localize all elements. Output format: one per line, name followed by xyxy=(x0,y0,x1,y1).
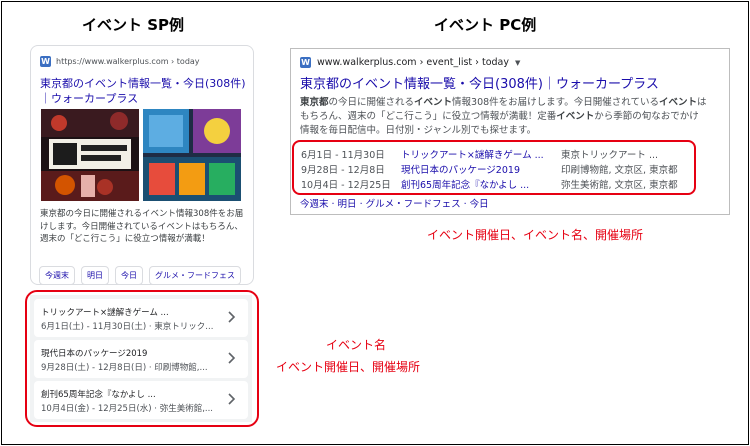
pc-result-description: 東京都の今日に開催されるイベント情報308件をお届けします。今日開催されているイ… xyxy=(300,96,725,138)
pc-annotation-label: イベント開催日、イベント名、開催場所 xyxy=(427,228,644,242)
caret-down-icon[interactable]: ▼ xyxy=(515,59,520,67)
sp-search-result-card: W https://www.walkerplus.com › today 東京都… xyxy=(30,45,254,285)
sp-annotation-event-name: イベント名 xyxy=(326,338,387,352)
pc-description-line: もちろん、週末の「どこ行こう」に役立つ情報が満載！定番イベントから季節の旬なおで… xyxy=(300,111,699,122)
pc-description-line: 東京都の今日に開催されるイベント情報308件をお届けします。今日開催されているイ… xyxy=(300,97,707,108)
trick-art-image-icon xyxy=(41,109,139,201)
chip-today[interactable]: 今日 xyxy=(115,266,143,284)
sp-sitelink-chips: 今週末 明日 今日 グルメ・フードフェス xyxy=(39,266,241,284)
pc-example-heading: イベント PC例 xyxy=(434,16,537,34)
pc-sitelinks[interactable]: 今週末 · 明日 · グルメ・フードフェス · 今日 xyxy=(300,196,489,210)
pc-description-line: 情報を毎日配信中。日付別・ジャンル別でも探せます。 xyxy=(300,125,537,136)
sp-result-title[interactable]: 東京都のイベント情報一覧・今日(308件)｜ウォーカープラス xyxy=(40,76,250,106)
chip-gourmet-food-fes[interactable]: グルメ・フードフェス xyxy=(149,266,241,284)
pc-event-highlight-box xyxy=(292,140,696,195)
pc-result-url[interactable]: www.walkerplus.com › event_list › today xyxy=(317,57,509,68)
sp-thumbnail-exhibition[interactable] xyxy=(143,109,241,201)
sp-thumbnail-trick-art[interactable] xyxy=(41,109,139,201)
exhibition-image-icon xyxy=(143,109,241,201)
chip-this-weekend[interactable]: 今週末 xyxy=(39,266,75,284)
sp-event-highlight-box xyxy=(25,290,259,427)
sp-result-description: 東京都の今日に開催されるイベント情報308件をお届けします。今日開催されているイ… xyxy=(40,209,244,244)
walkerplus-favicon-icon: W xyxy=(300,57,311,68)
sp-example-heading: イベント SP例 xyxy=(82,16,185,34)
walkerplus-favicon-icon: W xyxy=(40,56,51,67)
sp-thumbnails xyxy=(41,109,241,201)
sp-annotation-date-place: イベント開催日、開催場所 xyxy=(276,360,421,374)
sp-result-url[interactable]: https://www.walkerplus.com › today xyxy=(56,57,200,66)
sp-url-row: W https://www.walkerplus.com › today xyxy=(40,56,200,67)
pc-result-title[interactable]: 東京都のイベント情報一覧・今日(308件)｜ウォーカープラス xyxy=(300,73,659,92)
pc-url-row: W www.walkerplus.com › event_list › toda… xyxy=(300,57,520,68)
chip-tomorrow[interactable]: 明日 xyxy=(81,266,109,284)
